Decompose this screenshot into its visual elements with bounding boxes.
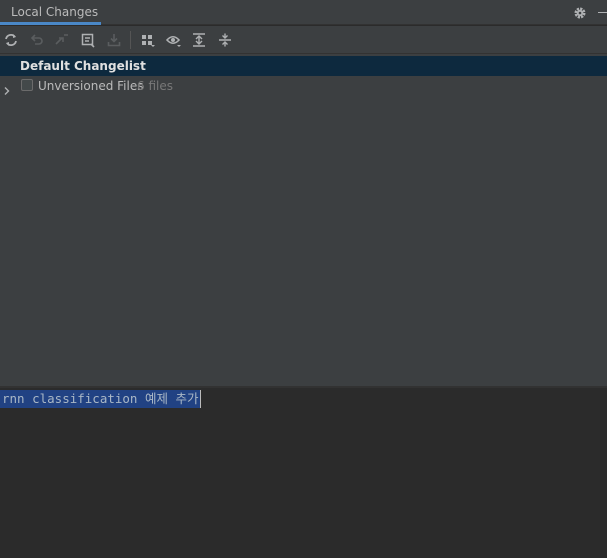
gear-icon[interactable] <box>573 5 587 19</box>
undo-icon[interactable] <box>29 32 45 48</box>
chevron-right-icon[interactable] <box>2 81 12 95</box>
expand-all-icon[interactable] <box>191 32 207 48</box>
commit-message-editor[interactable]: rnn classification 예제 추가 <box>0 388 607 558</box>
refresh-icon[interactable] <box>3 32 19 48</box>
toolbar-separator <box>130 31 131 49</box>
tree-row-unversioned-files[interactable]: Unversioned Files 6 files <box>0 76 607 96</box>
commit-message-text[interactable]: rnn classification 예제 추가 <box>0 390 200 408</box>
group-by-icon[interactable] <box>140 32 156 48</box>
diff-arrow-icon[interactable] <box>54 32 70 48</box>
minimize-icon[interactable] <box>598 12 607 13</box>
shelve-icon[interactable] <box>80 32 96 48</box>
eye-icon[interactable] <box>166 32 182 48</box>
changelist-name: Default Changelist <box>20 59 146 73</box>
tool-window-tab-bar: Local Changes <box>0 0 607 25</box>
unversioned-files-label: Unversioned Files <box>38 79 144 93</box>
changes-toolbar <box>0 26 607 54</box>
unversioned-files-count: 6 files <box>137 79 173 93</box>
collapse-all-icon[interactable] <box>217 32 233 48</box>
download-icon[interactable] <box>106 32 122 48</box>
tab-local-changes[interactable]: Local Changes <box>0 0 101 25</box>
unversioned-files-checkbox[interactable] <box>21 79 33 91</box>
text-caret <box>200 390 201 408</box>
changelist-row-default[interactable]: Default Changelist <box>0 56 607 76</box>
changes-tree: Default Changelist Unversioned Files 6 f… <box>0 54 607 386</box>
